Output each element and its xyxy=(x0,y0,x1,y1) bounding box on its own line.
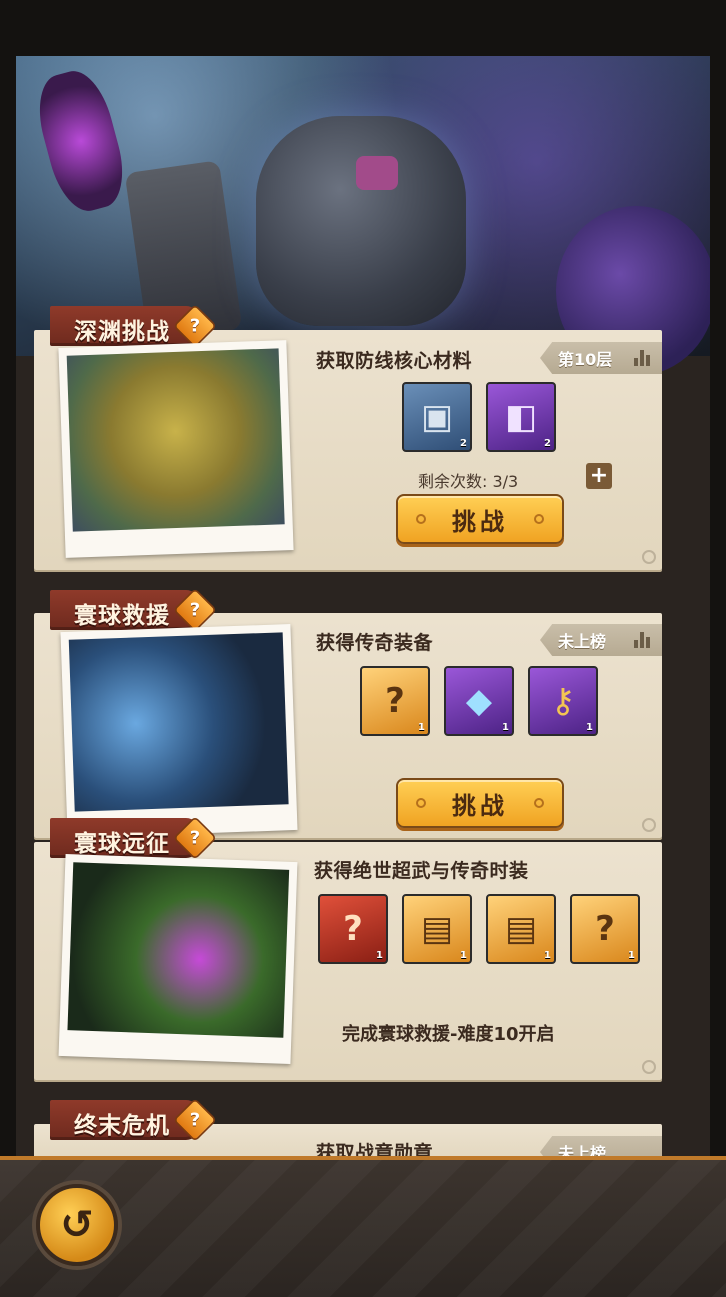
global-rescue-tag: 寰球救援 ? xyxy=(50,587,218,633)
section-subtitle: 获得绝世超武与传奇时装 xyxy=(314,860,529,882)
abyss-boss-photo xyxy=(58,340,294,558)
section-subtitle: 获取防线核心材料 xyxy=(316,350,473,372)
tag-title: 深渊挑战 xyxy=(74,319,170,345)
rank-label: 第10层 xyxy=(558,350,613,369)
back-button[interactable]: ↺ xyxy=(36,1184,118,1266)
reward-count: 1 xyxy=(628,950,635,961)
section-subtitle: 获得传奇装备 xyxy=(316,632,434,654)
reward-key[interactable]: ⚷ 1 xyxy=(528,666,598,736)
reward-count: 1 xyxy=(460,950,467,961)
unlock-condition: 完成寰球救援-难度10开启 xyxy=(342,1024,555,1045)
button-dot-left xyxy=(416,798,426,808)
hero-flyer-art xyxy=(29,64,133,218)
global-expedition-tag: 寰球远征 ? xyxy=(50,815,218,861)
card-corner xyxy=(642,550,656,564)
reward-gold-chest-b[interactable]: ▤ 1 xyxy=(486,894,556,964)
challenge-button[interactable]: 挑战 xyxy=(396,778,564,828)
remaining-attempts: 剩余次数: 3/3 xyxy=(418,472,519,491)
leaderboard-icon xyxy=(634,632,652,648)
rank-badge[interactable]: 第10层 xyxy=(540,342,662,374)
hero-image xyxy=(68,632,289,812)
tag-title: 终末危机 xyxy=(74,1113,170,1139)
reward-mystery-robot-chest[interactable]: ? 1 xyxy=(318,894,388,964)
boss-image xyxy=(66,348,285,532)
tag-title: 寰球远征 xyxy=(74,831,170,857)
challenge-label: 挑战 xyxy=(452,507,508,536)
add-attempts-button[interactable]: + xyxy=(586,463,612,489)
tag-title: 寰球救援 xyxy=(74,603,170,629)
card-corner xyxy=(642,818,656,832)
reward-purple-chip[interactable]: ◧ 2 xyxy=(486,382,556,452)
reward-gold-chest-a[interactable]: ▤ 1 xyxy=(402,894,472,964)
reward-ore-crate[interactable]: ▣ 2 xyxy=(402,382,472,452)
reward-count: 1 xyxy=(502,722,509,733)
expedition-photo xyxy=(58,854,298,1064)
reward-mystery-chest[interactable]: ? 1 xyxy=(570,894,640,964)
abyss-challenge-tag: 深渊挑战 ? xyxy=(50,303,218,349)
rank-badge[interactable]: 未上榜 xyxy=(540,624,662,656)
button-dot-left xyxy=(416,514,426,524)
reward-count: 2 xyxy=(460,438,467,449)
expedition-image xyxy=(67,862,290,1038)
reward-diamond[interactable]: ◆ 1 xyxy=(444,666,514,736)
final-crisis-tag: 终末危机 ? xyxy=(50,1097,218,1143)
rank-label: 未上榜 xyxy=(558,632,607,651)
reward-count: 1 xyxy=(586,722,593,733)
reward-mystery-chest[interactable]: ? 1 xyxy=(360,666,430,736)
reward-count: 1 xyxy=(418,722,425,733)
card-corner xyxy=(642,1060,656,1074)
challenge-label: 挑战 xyxy=(452,791,508,820)
challenge-button[interactable]: 挑战 xyxy=(396,494,564,544)
reward-count: 1 xyxy=(376,950,383,961)
button-dot-right xyxy=(534,798,544,808)
rescue-hero-photo xyxy=(60,624,298,838)
back-arrow-icon: ↺ xyxy=(60,1202,94,1248)
button-dot-right xyxy=(534,514,544,524)
reward-count: 2 xyxy=(544,438,551,449)
leaderboard-icon xyxy=(634,350,652,366)
hero-robot-eye xyxy=(356,156,398,190)
reward-count: 1 xyxy=(544,950,551,961)
hero-robot-art xyxy=(256,116,466,326)
